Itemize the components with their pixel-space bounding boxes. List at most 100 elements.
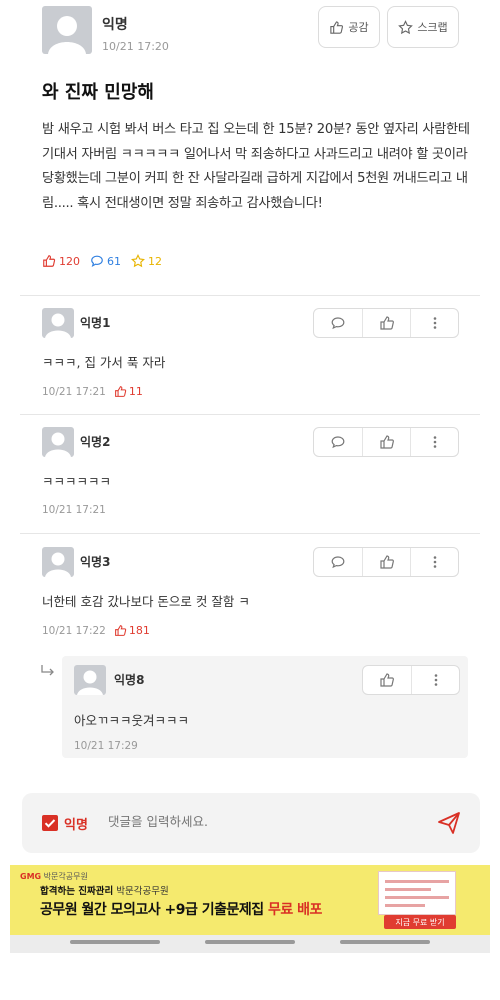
star-icon bbox=[398, 19, 414, 34]
reply-button[interactable] bbox=[314, 309, 362, 337]
thumbs-up-icon bbox=[330, 20, 344, 34]
like-count: 120 bbox=[42, 254, 80, 268]
thumbs-up-icon bbox=[380, 673, 394, 687]
post-title: 와 진짜 민망해 bbox=[42, 82, 154, 103]
divider bbox=[20, 295, 480, 296]
speech-bubble-icon bbox=[331, 556, 345, 569]
reply-time: 10/21 17:29 bbox=[74, 740, 138, 752]
ad-brand: GMG 박문각공무원 bbox=[20, 871, 88, 882]
thumbs-up-icon bbox=[379, 316, 394, 330]
divider bbox=[20, 414, 480, 415]
more-options-button[interactable] bbox=[410, 428, 458, 456]
thumbs-up-icon bbox=[114, 625, 127, 636]
thumbs-up-icon bbox=[43, 255, 56, 267]
commenter-avatar bbox=[74, 665, 106, 695]
comment-time: 10/21 17:22 bbox=[42, 624, 106, 637]
comment-text: ㅋㅋㅋ, 집 가서 푹 자라 bbox=[42, 355, 166, 370]
like-comment-button[interactable] bbox=[362, 309, 410, 337]
like-comment-button[interactable] bbox=[362, 548, 410, 576]
commenter-avatar bbox=[42, 308, 74, 338]
more-vertical-icon bbox=[434, 674, 437, 686]
comment-author: 익명2 bbox=[80, 435, 111, 449]
comment-author: 익명1 bbox=[80, 316, 111, 330]
tab-handle bbox=[70, 940, 160, 944]
thumbs-up-icon bbox=[379, 555, 394, 569]
commenter-avatar bbox=[42, 547, 74, 577]
bottom-tab-strip bbox=[10, 935, 490, 953]
reply-item: 익명8 아오ㄲㅋㅋ웃겨ㅋㅋㅋ 10/21 17:29 bbox=[62, 656, 468, 758]
comment-time: 10/21 17:21 bbox=[42, 385, 106, 398]
thumbs-up-icon bbox=[114, 386, 127, 397]
comment-count: 61 bbox=[90, 254, 121, 268]
scrap-count: 12 bbox=[131, 254, 162, 268]
ad-banner[interactable]: GMG 박문각공무원 합격하는 진짜관리 박문각공무원 공무원 월간 모의고사 … bbox=[10, 865, 490, 935]
ad-tagline-suffix: 박문각공무원 bbox=[113, 886, 169, 897]
post-body: 밤 새우고 시험 봐서 버스 타고 집 오는데 한 15분? 20분? 동안 옆… bbox=[42, 122, 470, 211]
comment-likes: 11 bbox=[114, 385, 143, 398]
thumbs-up-icon bbox=[379, 435, 394, 449]
comment-time: 10/21 17:21 bbox=[42, 504, 106, 516]
more-vertical-icon bbox=[433, 556, 436, 568]
commenter-avatar bbox=[42, 427, 74, 457]
ad-tagline: 합격하는 진짜관리 박문각공무원 bbox=[40, 883, 169, 897]
ad-headline: 공무원 월간 모의고사 +9급 기출문제집 무료 배포 bbox=[40, 899, 322, 919]
checkmark-icon bbox=[44, 819, 56, 828]
comment-actions bbox=[313, 308, 459, 338]
more-options-button[interactable] bbox=[410, 548, 458, 576]
comment-likes-value: 11 bbox=[128, 385, 143, 398]
ad-headline-main: 공무원 월간 모의고사 +9급 기출문제집 bbox=[40, 902, 264, 918]
divider bbox=[20, 533, 480, 534]
comment-text: ㅋㅋㅋㅋㅋㅋ bbox=[42, 474, 112, 489]
tab-handle bbox=[205, 940, 295, 944]
comment-actions bbox=[313, 547, 459, 577]
like-reply-button[interactable] bbox=[363, 666, 411, 694]
reply-actions bbox=[362, 665, 460, 695]
like-comment-button[interactable] bbox=[362, 428, 410, 456]
send-icon[interactable] bbox=[436, 810, 462, 836]
scrap-button[interactable]: 스크랩 bbox=[387, 6, 459, 48]
comment-likes: 181 bbox=[114, 624, 150, 637]
comment-likes-value: 181 bbox=[128, 624, 150, 637]
reply-text: 아오ㄲㅋㅋ웃겨ㅋㅋㅋ bbox=[74, 713, 190, 728]
post-time: 10/21 17:20 bbox=[102, 40, 169, 53]
reply-button[interactable] bbox=[314, 428, 362, 456]
speech-bubble-icon bbox=[91, 255, 103, 268]
comment-meta: 10/21 17:21 11 bbox=[42, 385, 143, 398]
comment-input[interactable] bbox=[108, 814, 408, 829]
like-post-label: 공감 bbox=[348, 21, 369, 34]
tab-handle bbox=[340, 940, 430, 944]
reply-arrow-icon bbox=[41, 665, 54, 676]
post-author: 익명 bbox=[102, 17, 128, 33]
more-options-button[interactable] bbox=[411, 666, 459, 694]
more-vertical-icon bbox=[433, 436, 436, 448]
comment-author: 익명3 bbox=[80, 555, 111, 569]
ad-tagline-prefix: 합격하는 진짜관리 bbox=[40, 886, 114, 897]
comment-input-bar: 익명 bbox=[22, 793, 480, 853]
anonymous-checkbox[interactable] bbox=[42, 815, 58, 831]
speech-bubble-icon bbox=[331, 317, 345, 330]
like-count-value: 120 bbox=[59, 254, 80, 268]
reply-button[interactable] bbox=[314, 548, 362, 576]
comment-meta: 10/21 17:21 bbox=[42, 504, 106, 516]
comment-actions bbox=[313, 427, 459, 457]
reply-author: 익명8 bbox=[114, 673, 145, 687]
more-vertical-icon bbox=[433, 317, 436, 329]
ad-book-image bbox=[378, 871, 456, 915]
speech-bubble-icon bbox=[331, 436, 345, 449]
comment-meta: 10/21 17:22 181 bbox=[42, 624, 150, 637]
star-icon bbox=[131, 254, 145, 268]
ad-brand-logo: GMG bbox=[20, 872, 42, 881]
like-post-button[interactable]: 공감 bbox=[318, 6, 380, 48]
reply-meta: 10/21 17:29 bbox=[74, 740, 138, 752]
scrap-label: 스크랩 bbox=[417, 21, 448, 34]
comment-text: 너한테 호감 갔나보다 돈으로 컷 잘함 ㅋ bbox=[42, 594, 250, 609]
anonymous-label: 익명 bbox=[64, 818, 88, 833]
ad-brand-name: 박문각공무원 bbox=[43, 872, 88, 881]
comment-count-value: 61 bbox=[107, 254, 121, 268]
scrap-count-value: 12 bbox=[148, 254, 162, 268]
author-avatar bbox=[42, 6, 92, 54]
ad-headline-accent: 무료 배포 bbox=[263, 902, 322, 918]
more-options-button[interactable] bbox=[410, 309, 458, 337]
ad-cta-button[interactable]: 지금 무료 받기 bbox=[384, 915, 456, 929]
post-stats: 120 61 12 bbox=[42, 254, 162, 268]
